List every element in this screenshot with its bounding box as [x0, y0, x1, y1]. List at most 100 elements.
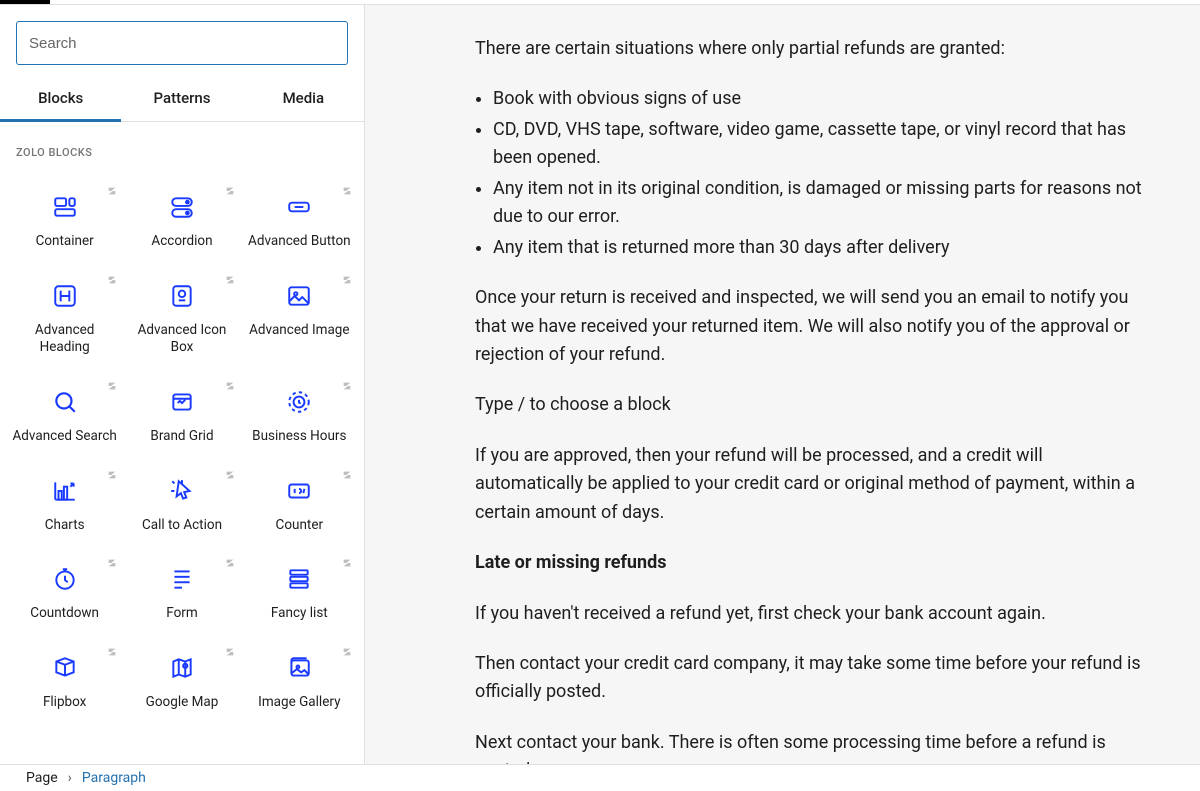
zolo-badge-icon — [225, 642, 235, 652]
block-item-flipbox[interactable]: Flipbox — [6, 636, 123, 725]
block-label: Advanced Button — [248, 233, 351, 250]
block-item-adv-button[interactable]: Advanced Button — [241, 175, 358, 264]
charts-icon — [51, 477, 79, 505]
flipbox-icon — [51, 654, 79, 682]
breadcrumb-root[interactable]: Page — [26, 770, 58, 786]
block-label: Business Hours — [252, 428, 346, 445]
fancy-list-icon — [285, 565, 313, 593]
block-label: Counter — [276, 517, 324, 534]
list-item[interactable]: Any item not in its original condition, … — [493, 175, 1152, 232]
zolo-badge-icon — [342, 270, 352, 280]
block-item-counter[interactable]: Counter — [241, 459, 358, 548]
tab-media[interactable]: Media — [243, 77, 364, 121]
container-icon — [51, 193, 79, 221]
adv-search-icon — [51, 388, 79, 416]
block-search-input[interactable] — [29, 35, 315, 52]
chevron-right-icon: › — [68, 770, 72, 786]
zolo-badge-icon — [107, 181, 117, 191]
block-search-box[interactable] — [16, 21, 348, 65]
block-item-form[interactable]: Form — [123, 547, 240, 636]
block-item-adv-icon-box[interactable]: Advanced Icon Box — [123, 264, 240, 370]
zolo-badge-icon — [107, 270, 117, 280]
block-label: Advanced Image — [249, 322, 349, 339]
paragraph-block[interactable]: There are certain situations where only … — [475, 35, 1152, 63]
paragraph-block[interactable]: Then contact your credit card company, i… — [475, 650, 1152, 707]
list-block[interactable]: Book with obvious signs of use CD, DVD, … — [475, 85, 1152, 262]
block-label: Advanced Search — [13, 428, 117, 445]
accordion-icon — [168, 193, 196, 221]
brand-grid-icon — [168, 388, 196, 416]
block-item-adv-heading[interactable]: Advanced Heading — [6, 264, 123, 370]
block-label: Container — [36, 233, 94, 250]
block-item-adv-image[interactable]: Advanced Image — [241, 264, 358, 370]
block-item-adv-search[interactable]: Advanced Search — [6, 370, 123, 459]
counter-icon — [285, 477, 313, 505]
zolo-badge-icon — [225, 465, 235, 475]
search-icon — [315, 33, 335, 53]
block-item-image-gallery[interactable]: Image Gallery — [241, 636, 358, 725]
zolo-badge-icon — [107, 642, 117, 652]
list-item[interactable]: Book with obvious signs of use — [493, 85, 1152, 113]
zolo-badge-icon — [107, 465, 117, 475]
block-label: Call to Action — [142, 517, 222, 534]
block-label: Flipbox — [43, 694, 86, 711]
editor-canvas[interactable]: There are certain situations where only … — [365, 5, 1200, 764]
zolo-badge-icon — [225, 376, 235, 386]
adv-button-icon — [285, 193, 313, 221]
zolo-badge-icon — [107, 376, 117, 386]
zolo-badge-icon — [342, 376, 352, 386]
image-gallery-icon — [285, 654, 313, 682]
block-item-brand-grid[interactable]: Brand Grid — [123, 370, 240, 459]
block-label: Charts — [45, 517, 85, 534]
block-item-business-hours[interactable]: Business Hours — [241, 370, 358, 459]
cta-icon — [168, 477, 196, 505]
block-label: Brand Grid — [150, 428, 213, 445]
zolo-badge-icon — [342, 642, 352, 652]
zolo-badge-icon — [107, 553, 117, 563]
block-item-countdown[interactable]: Countdown — [6, 547, 123, 636]
list-item[interactable]: Any item that is returned more than 30 d… — [493, 234, 1152, 262]
block-item-fancy-list[interactable]: Fancy list — [241, 547, 358, 636]
google-map-icon — [168, 654, 196, 682]
zolo-badge-icon — [225, 181, 235, 191]
empty-paragraph-placeholder[interactable]: Type / to choose a block — [475, 391, 1152, 419]
paragraph-block[interactable]: Next contact your bank. There is often s… — [475, 729, 1152, 764]
inserter-tabs: Blocks Patterns Media — [0, 77, 364, 122]
countdown-icon — [51, 565, 79, 593]
zolo-badge-icon — [342, 465, 352, 475]
zolo-badge-icon — [342, 553, 352, 563]
block-grid: Container Accordion Advanced Button Advance… — [0, 167, 364, 745]
paragraph-block[interactable]: If you haven't received a refund yet, fi… — [475, 600, 1152, 628]
block-label: Advanced Heading — [10, 322, 119, 356]
section-label-zolo: ZOLO BLOCKS — [0, 122, 364, 167]
block-item-cta[interactable]: Call to Action — [123, 459, 240, 548]
zolo-badge-icon — [225, 553, 235, 563]
zolo-badge-icon — [342, 181, 352, 191]
adv-heading-icon — [51, 282, 79, 310]
breadcrumb-current[interactable]: Paragraph — [82, 770, 146, 786]
tab-patterns[interactable]: Patterns — [121, 77, 242, 121]
block-label: Accordion — [151, 233, 212, 250]
block-label: Image Gallery — [258, 694, 340, 711]
zolo-badge-icon — [225, 270, 235, 280]
block-label: Fancy list — [271, 605, 328, 622]
block-inserter-panel: Blocks Patterns Media ZOLO BLOCKS Contai… — [0, 5, 365, 764]
block-label: Google Map — [146, 694, 219, 711]
paragraph-block[interactable]: If you are approved, then your refund wi… — [475, 442, 1152, 527]
block-item-google-map[interactable]: Google Map — [123, 636, 240, 725]
business-hours-icon — [285, 388, 313, 416]
list-item[interactable]: CD, DVD, VHS tape, software, video game,… — [493, 116, 1152, 173]
adv-icon-box-icon — [168, 282, 196, 310]
paragraph-block[interactable]: Late or missing refunds — [475, 549, 1152, 577]
paragraph-block[interactable]: Once your return is received and inspect… — [475, 284, 1152, 369]
block-item-container[interactable]: Container — [6, 175, 123, 264]
block-label: Countdown — [30, 605, 99, 622]
block-label: Advanced Icon Box — [127, 322, 236, 356]
block-item-accordion[interactable]: Accordion — [123, 175, 240, 264]
block-breadcrumb: Page › Paragraph — [0, 764, 1200, 791]
adv-image-icon — [285, 282, 313, 310]
block-label: Form — [166, 605, 197, 622]
form-icon — [168, 565, 196, 593]
block-item-charts[interactable]: Charts — [6, 459, 123, 548]
tab-blocks[interactable]: Blocks — [0, 77, 121, 121]
